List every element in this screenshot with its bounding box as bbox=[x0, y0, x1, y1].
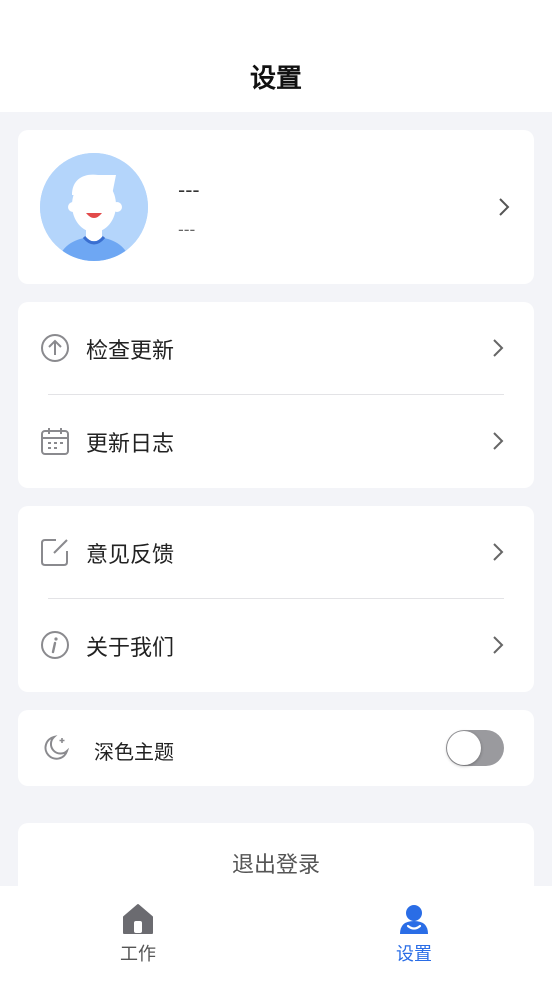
arrow-up-circle-icon bbox=[41, 334, 69, 362]
about-us-row[interactable]: 关于我们 bbox=[18, 599, 534, 691]
about-group-card: 意见反馈 关于我们 bbox=[18, 506, 534, 692]
changelog-row[interactable]: 更新日志 bbox=[18, 395, 534, 487]
chevron-right-icon bbox=[493, 636, 504, 654]
edit-square-icon bbox=[41, 539, 68, 566]
tab-work-label: 工作 bbox=[120, 944, 156, 965]
profile-name: --- bbox=[178, 178, 200, 202]
moon-icon bbox=[44, 735, 70, 760]
chevron-right-icon bbox=[499, 198, 510, 216]
profile-card[interactable]: --- --- bbox=[18, 130, 534, 284]
header-bar: 设置 bbox=[0, 0, 552, 112]
calendar-icon bbox=[41, 428, 69, 455]
feedback-label: 意见反馈 bbox=[86, 543, 175, 568]
bottom-tab-bar: 工作 设置 bbox=[0, 886, 552, 981]
tab-settings-label: 设置 bbox=[396, 944, 432, 965]
dark-theme-row: 深色主题 bbox=[18, 710, 534, 786]
about-us-label: 关于我们 bbox=[86, 636, 175, 661]
changelog-label: 更新日志 bbox=[86, 432, 175, 457]
profile-subtitle: --- bbox=[178, 220, 196, 239]
check-update-label: 检查更新 bbox=[86, 339, 175, 364]
update-group-card: 检查更新 更新日志 bbox=[18, 302, 534, 488]
page-title: 设置 bbox=[249, 64, 302, 94]
user-icon bbox=[400, 905, 428, 934]
chevron-right-icon bbox=[493, 432, 504, 450]
chevron-right-icon bbox=[493, 543, 504, 561]
logout-label: 退出登录 bbox=[231, 853, 320, 878]
dark-theme-toggle[interactable] bbox=[446, 730, 504, 766]
chevron-right-icon bbox=[493, 339, 504, 357]
feedback-row[interactable]: 意见反馈 bbox=[18, 506, 534, 598]
info-circle-icon bbox=[41, 631, 69, 659]
home-icon bbox=[123, 904, 153, 934]
check-update-row[interactable]: 检查更新 bbox=[18, 302, 534, 394]
toggle-knob bbox=[447, 731, 481, 765]
tab-work[interactable]: 工作 bbox=[68, 886, 208, 981]
tab-settings[interactable]: 设置 bbox=[344, 886, 484, 981]
dark-theme-label: 深色主题 bbox=[94, 740, 174, 764]
avatar bbox=[40, 153, 148, 261]
